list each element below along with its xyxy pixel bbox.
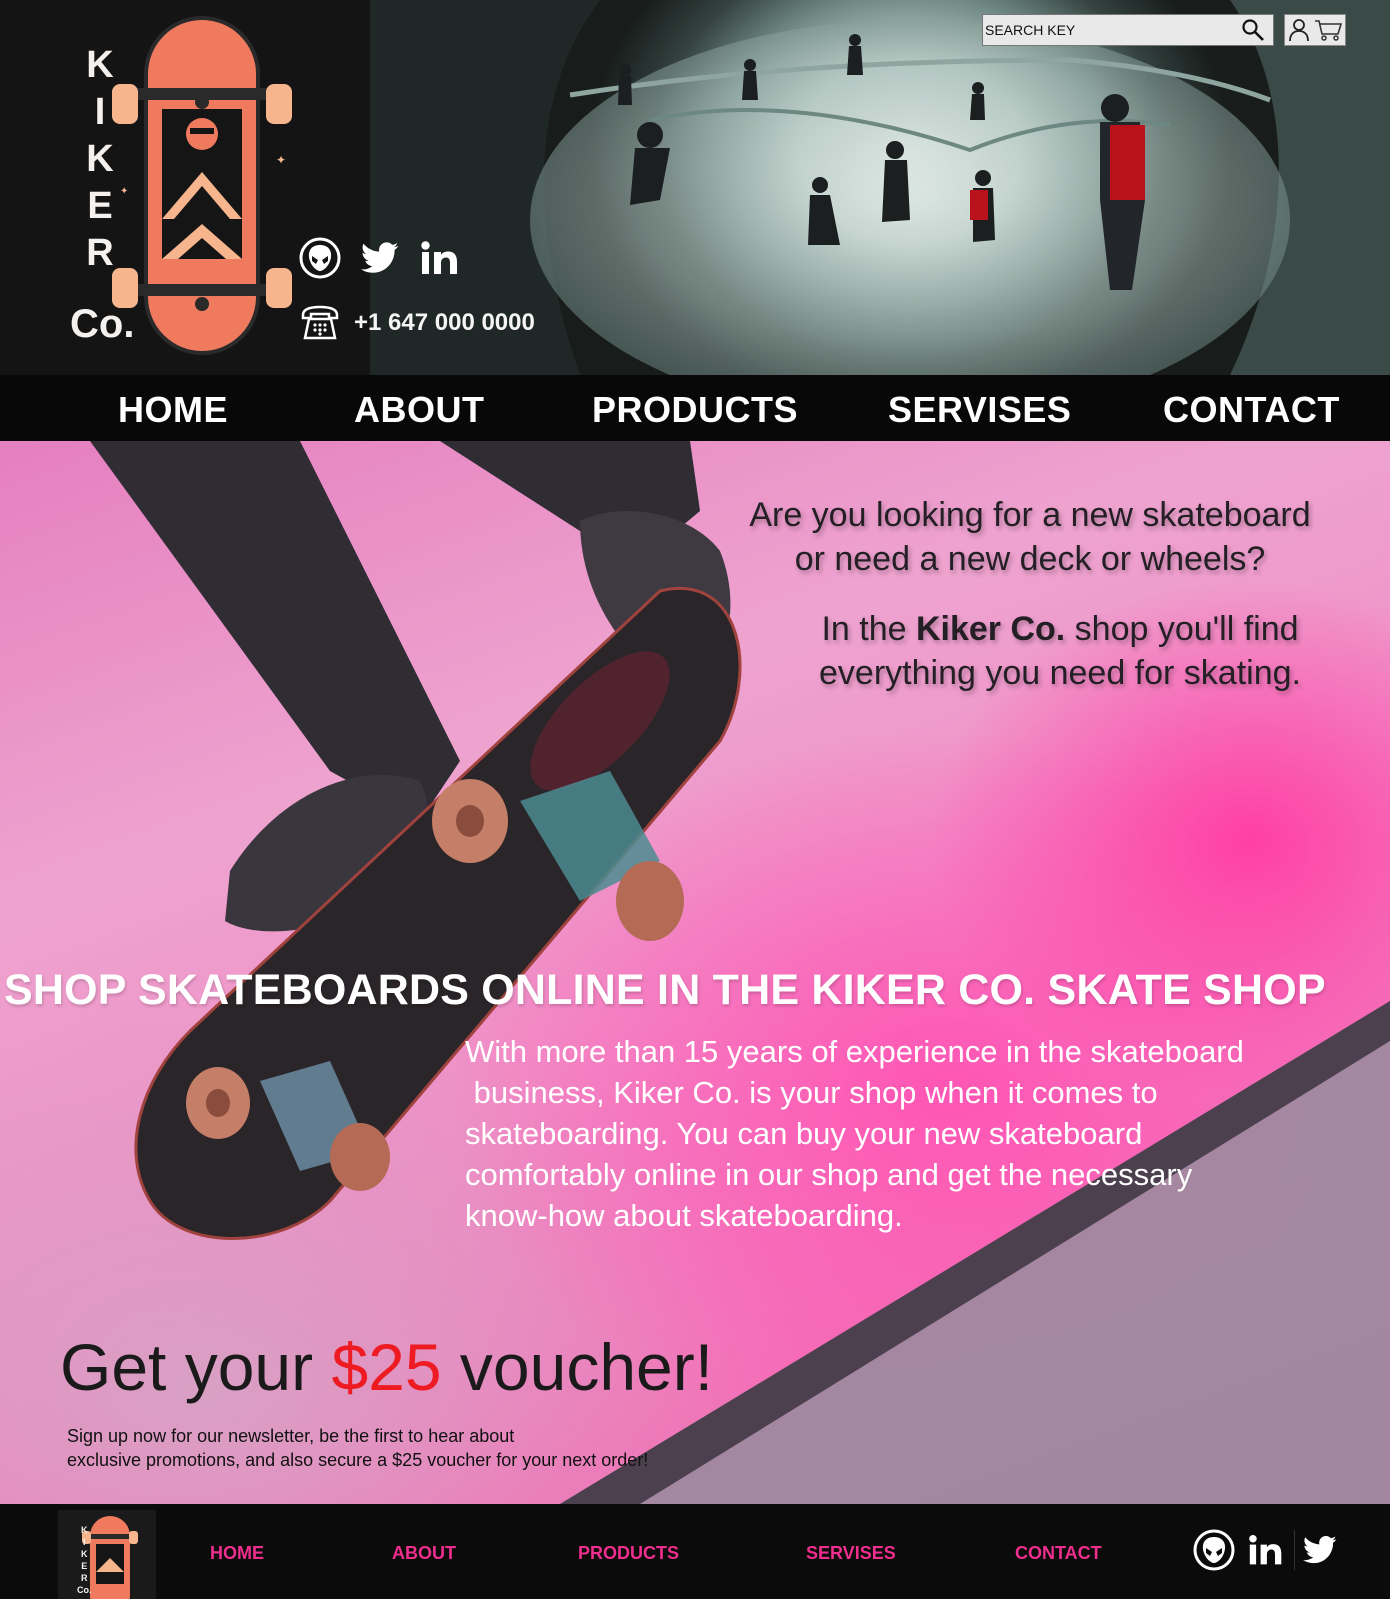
footer-link-contact[interactable]: CONTACT bbox=[1015, 1543, 1102, 1564]
alien-icon[interactable] bbox=[298, 236, 342, 280]
search-input[interactable] bbox=[983, 15, 1233, 45]
footer-divider bbox=[1294, 1530, 1295, 1570]
account-cart-group bbox=[1284, 14, 1346, 46]
logo-letter: E bbox=[87, 185, 113, 227]
twitter-icon[interactable] bbox=[358, 236, 402, 280]
red-shirt bbox=[1110, 125, 1145, 200]
hero-section: Are you looking for a new skateboard or … bbox=[0, 441, 1390, 1504]
logo-letter: R bbox=[81, 1573, 88, 1583]
main-nav: HOME ABOUT PRODUCTS SERVISES CONTACT bbox=[0, 375, 1390, 441]
nav-contact[interactable]: CONTACT bbox=[1163, 389, 1340, 431]
phone-number: +1 647 000 0000 bbox=[354, 309, 535, 336]
search-bar bbox=[982, 14, 1274, 46]
footer-link-servises[interactable]: SERVISES bbox=[806, 1543, 896, 1564]
intro-line: everything you need for skating. bbox=[819, 654, 1301, 692]
paragraph-line: business, Kiker Co. is your shop when it… bbox=[465, 1075, 1158, 1110]
kiker-co-logo[interactable]: K I K E R Co. ✦ ✦ bbox=[60, 14, 300, 359]
logo-letter: K bbox=[81, 1525, 88, 1535]
site-header: K I K E R Co. ✦ ✦ +1 647 000 0000 SEARCH… bbox=[0, 0, 1390, 375]
skater-leg-left bbox=[90, 441, 460, 821]
nav-home[interactable]: HOME bbox=[118, 389, 228, 431]
voucher-description: Sign up now for our newsletter, be the f… bbox=[67, 1424, 757, 1472]
svg-text:✦: ✦ bbox=[120, 186, 128, 197]
footer-skateboard-logo-icon bbox=[82, 1516, 138, 1599]
logo-letter: E bbox=[81, 1561, 88, 1571]
search-button[interactable] bbox=[1233, 15, 1273, 45]
voucher-amount: $25 bbox=[331, 1330, 442, 1404]
twitter-icon[interactable] bbox=[1300, 1526, 1340, 1574]
alien-icon[interactable] bbox=[1192, 1526, 1236, 1574]
logo-letter: I bbox=[94, 91, 106, 133]
site-footer: K I K E R Co. HOME ABOUT PRODUCTS SERVIS… bbox=[0, 1504, 1390, 1599]
voucher-text: Get your bbox=[60, 1330, 332, 1404]
wheel bbox=[616, 861, 684, 941]
logo-letter: K bbox=[86, 138, 114, 180]
footer-logo-wordmark: K I K E R Co. bbox=[77, 1524, 92, 1596]
intro-question: Are you looking for a new skateboard or … bbox=[690, 493, 1370, 581]
paragraph-line: skateboarding. You can buy your new skat… bbox=[465, 1116, 1143, 1151]
nav-products[interactable]: PRODUCTS bbox=[592, 389, 798, 431]
phone-contact[interactable]: +1 647 000 0000 bbox=[300, 305, 535, 341]
voucher-desc-line: exclusive promotions, and also secure a … bbox=[67, 1450, 649, 1470]
intro-text: shop you'll find bbox=[1065, 610, 1299, 648]
footer-link-home[interactable]: HOME bbox=[210, 1543, 264, 1564]
intro-statement: In the Kiker Co. shop you'll find everyt… bbox=[760, 607, 1360, 695]
paragraph-line: With more than 15 years of experience in… bbox=[465, 1034, 1244, 1069]
user-icon[interactable] bbox=[1288, 18, 1310, 42]
logo-letter: K bbox=[81, 1549, 88, 1559]
intro-line: Are you looking for a new skateboard bbox=[749, 496, 1311, 534]
telephone-icon bbox=[301, 305, 339, 340]
header-social-links bbox=[298, 236, 462, 280]
search-icon bbox=[1242, 19, 1264, 41]
voucher-heading[interactable]: Get your $25 voucher! bbox=[60, 1329, 713, 1405]
shop-headline: SHOP SKATEBOARDS ONLINE IN THE KIKER CO.… bbox=[4, 966, 1326, 1014]
nav-about[interactable]: ABOUT bbox=[354, 389, 485, 431]
intro-line: or need a new deck or wheels? bbox=[794, 540, 1266, 578]
voucher-desc-line: Sign up now for our newsletter, be the f… bbox=[67, 1426, 515, 1446]
cart-icon[interactable] bbox=[1314, 18, 1342, 42]
paragraph-line: know-how about skateboarding. bbox=[465, 1198, 903, 1233]
linkedin-icon[interactable] bbox=[418, 236, 462, 280]
footer-logo[interactable]: K I K E R Co. bbox=[58, 1510, 156, 1599]
intro-text: In the bbox=[821, 610, 916, 648]
red-shirt-small bbox=[970, 190, 988, 220]
nav-servises[interactable]: SERVISES bbox=[888, 389, 1071, 431]
paragraph-line: comfortably online in our shop and get t… bbox=[465, 1157, 1193, 1192]
voucher-text: voucher! bbox=[441, 1330, 714, 1404]
wheel-hub bbox=[456, 805, 484, 837]
wheel-hub bbox=[206, 1089, 230, 1117]
logo-letter: K bbox=[86, 44, 114, 86]
wheel bbox=[330, 1123, 390, 1191]
logo-suffix: Co. bbox=[77, 1585, 92, 1595]
footer-link-products[interactable]: PRODUCTS bbox=[578, 1543, 679, 1564]
footer-link-about[interactable]: ABOUT bbox=[392, 1543, 456, 1564]
svg-text:✦: ✦ bbox=[276, 153, 286, 167]
logo-letter: R bbox=[86, 232, 114, 274]
about-paragraph: With more than 15 years of experience in… bbox=[465, 1031, 1345, 1236]
intro-brand: Kiker Co. bbox=[915, 610, 1066, 648]
linkedin-icon[interactable] bbox=[1246, 1526, 1286, 1574]
skateboard-logo-icon: ✦ ✦ bbox=[112, 16, 292, 355]
logo-letter: I bbox=[82, 1537, 86, 1547]
